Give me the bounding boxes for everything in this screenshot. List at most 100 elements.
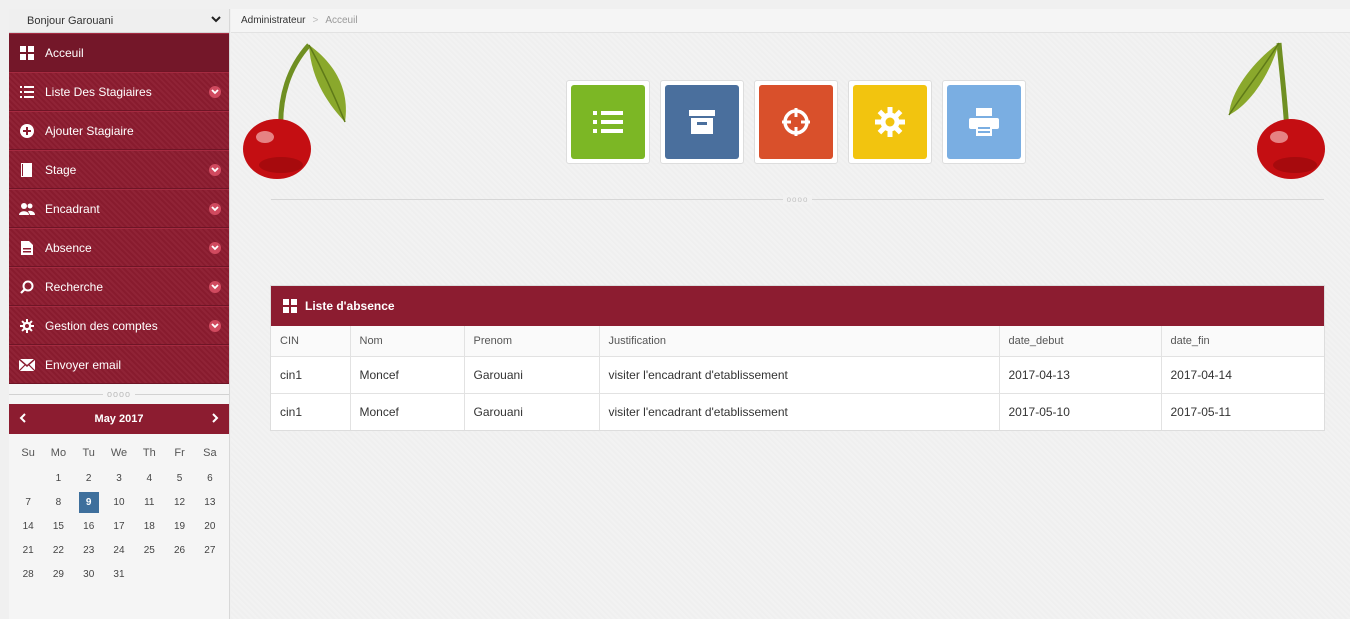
table-row[interactable]: cin1 Moncef Garouani visiter l'encadrant d'… — [271, 356, 1324, 394]
calendar-day[interactable]: 30 — [74, 562, 104, 586]
calendar-day[interactable]: 11 — [134, 490, 164, 514]
sidebar-item-absence[interactable]: Absence — [9, 228, 229, 267]
calendar-day[interactable]: 5 — [164, 466, 194, 490]
sidebar-item-gestion-des-comptes[interactable]: Gestion des comptes — [9, 306, 229, 345]
user-bar[interactable]: Bonjour Garouani — [9, 9, 229, 33]
calendar-day[interactable]: 17 — [104, 514, 134, 538]
sidebar-item-envoyer-email[interactable]: Envoyer email — [9, 345, 229, 384]
table-row[interactable]: cin1 Moncef Garouani visiter l'encadrant d'… — [271, 393, 1324, 430]
column-header-date-debut[interactable]: date_debut — [999, 326, 1162, 357]
column-header-nom[interactable]: Nom — [350, 326, 465, 357]
calendar-day[interactable]: 25 — [134, 538, 164, 562]
calendar-day[interactable]: 16 — [74, 514, 104, 538]
book-icon — [19, 162, 35, 178]
chevron-down-icon[interactable] — [209, 280, 221, 293]
calendar-day[interactable]: 4 — [134, 466, 164, 490]
chevron-down-icon[interactable] — [211, 15, 221, 26]
calendar-weekday: Sa — [203, 447, 217, 459]
sidebar-item-label: Envoyer email — [45, 357, 122, 372]
breadcrumb-separator: > — [312, 15, 319, 26]
chevron-down-icon[interactable] — [209, 85, 221, 98]
table-cell: 2017-04-14 — [1161, 356, 1324, 394]
sidebar-item-liste-des-stagiaires[interactable]: Liste Des Stagiaires — [9, 72, 229, 111]
table-cell: cin1 — [271, 356, 351, 394]
calendar-day[interactable]: 20 — [195, 514, 225, 538]
calendar-day[interactable]: 24 — [104, 538, 134, 562]
shortcut-button-printer[interactable] — [942, 80, 1026, 164]
calendar-grid: Su Mo Tu We Th Fr Sa 1 2 3 4 5 6 7 8 9 10 11 12 13 14 15 16 17 1… — [9, 434, 229, 586]
sidebar: Bonjour Garouani Acceuil Liste Des Stagia… — [9, 9, 230, 619]
next-month-icon[interactable] — [211, 412, 219, 426]
shortcut-button-list[interactable] — [566, 80, 650, 164]
sidebar-item-label: Encadrant — [45, 201, 100, 216]
calendar-empty-cell — [13, 466, 43, 490]
calendar-day[interactable]: 13 — [195, 490, 225, 514]
absence-panel-header: Liste d'absence — [271, 286, 1324, 326]
calendar-day[interactable]: 29 — [43, 562, 73, 586]
calendar-day[interactable]: 10 — [104, 490, 134, 514]
column-header-prenom[interactable]: Prenom — [464, 326, 600, 357]
sidebar-item-label: Liste Des Stagiaires — [45, 84, 152, 99]
plus-circle-icon — [19, 123, 35, 139]
calendar-weekday: We — [110, 447, 128, 459]
absence-panel: Liste d'absence CIN Nom Prenom Justificatio… — [270, 285, 1325, 431]
calendar-day[interactable]: 7 — [13, 490, 43, 514]
calendar-day[interactable]: 12 — [164, 490, 194, 514]
shortcut-button-gear[interactable] — [848, 80, 932, 164]
calendar-day[interactable]: 14 — [13, 514, 43, 538]
calendar-day[interactable]: 2 — [74, 466, 104, 490]
chevron-down-icon[interactable] — [209, 241, 221, 254]
calendar-day[interactable]: 23 — [74, 538, 104, 562]
calendar-weekday: Mo — [50, 447, 67, 459]
table-cell: Garouani — [464, 356, 600, 394]
calendar-day[interactable]: 21 — [13, 538, 43, 562]
file-icon — [19, 240, 35, 256]
grid-icon — [19, 45, 35, 61]
column-header-cin[interactable]: CIN — [271, 326, 351, 357]
sidebar-item-label: Absence — [45, 240, 92, 255]
shortcut-button-archive[interactable] — [660, 80, 744, 164]
table-cell: Moncef — [350, 356, 465, 394]
absence-panel-title: Liste d'absence — [305, 299, 395, 313]
calendar-day[interactable]: 6 — [195, 466, 225, 490]
envelope-icon — [19, 357, 35, 373]
sidebar-item-encadrant[interactable]: Encadrant — [9, 189, 229, 228]
chevron-down-icon[interactable] — [209, 319, 221, 332]
calendar-day[interactable]: 31 — [104, 562, 134, 586]
calendar-weekday: Tu — [82, 447, 95, 459]
sidebar-item-stage[interactable]: Stage — [9, 150, 229, 189]
calendar-day[interactable]: 1 — [43, 466, 73, 490]
column-header-justification[interactable]: Justification — [599, 326, 1000, 357]
chevron-down-icon[interactable] — [209, 163, 221, 176]
calendar-title[interactable]: May 2017 — [95, 413, 144, 425]
absence-table: CIN Nom Prenom Justification date_debut date_… — [271, 326, 1324, 430]
calendar-day[interactable]: 18 — [134, 514, 164, 538]
calendar-day[interactable]: 3 — [104, 466, 134, 490]
crosshair-icon — [759, 85, 833, 159]
calendar-day[interactable]: 26 — [164, 538, 194, 562]
printer-icon — [947, 85, 1021, 159]
sidebar-item-ajouter-stagiaire[interactable]: Ajouter Stagiaire — [9, 111, 229, 150]
sidebar-item-label: Stage — [45, 162, 77, 177]
sidebar-divider: oooo — [9, 384, 229, 404]
table-body: cin1 Moncef Garouani visiter l'encadrant d'… — [271, 356, 1324, 430]
shortcut-button-crosshair[interactable] — [754, 80, 838, 164]
chevron-down-icon[interactable] — [209, 202, 221, 215]
column-header-date-fin[interactable]: date_fin — [1161, 326, 1324, 357]
calendar-day[interactable]: 28 — [13, 562, 43, 586]
table-cell: 2017-05-10 — [999, 393, 1162, 430]
calendar-day[interactable]: 9 — [74, 490, 104, 514]
calendar-day[interactable]: 8 — [43, 490, 73, 514]
table-cell: visiter l'encadrant d'etablissement — [599, 393, 1000, 430]
calendar-day[interactable]: 19 — [164, 514, 194, 538]
sidebar-item-label: Ajouter Stagiaire — [45, 123, 134, 138]
table-cell: 2017-05-11 — [1170, 404, 1232, 419]
calendar: May 2017 Su Mo Tu We Th Fr Sa 1 2 3 4 5 6 7 8 9 10 11 12 13… — [9, 404, 229, 586]
sidebar-item-recherche[interactable]: Recherche — [9, 267, 229, 306]
prev-month-icon[interactable] — [19, 412, 27, 426]
sidebar-item-acceuil[interactable]: Acceuil — [9, 33, 229, 72]
breadcrumb-root[interactable]: Administrateur — [241, 15, 305, 26]
calendar-day[interactable]: 15 — [43, 514, 73, 538]
calendar-day[interactable]: 22 — [43, 538, 73, 562]
calendar-day[interactable]: 27 — [195, 538, 225, 562]
